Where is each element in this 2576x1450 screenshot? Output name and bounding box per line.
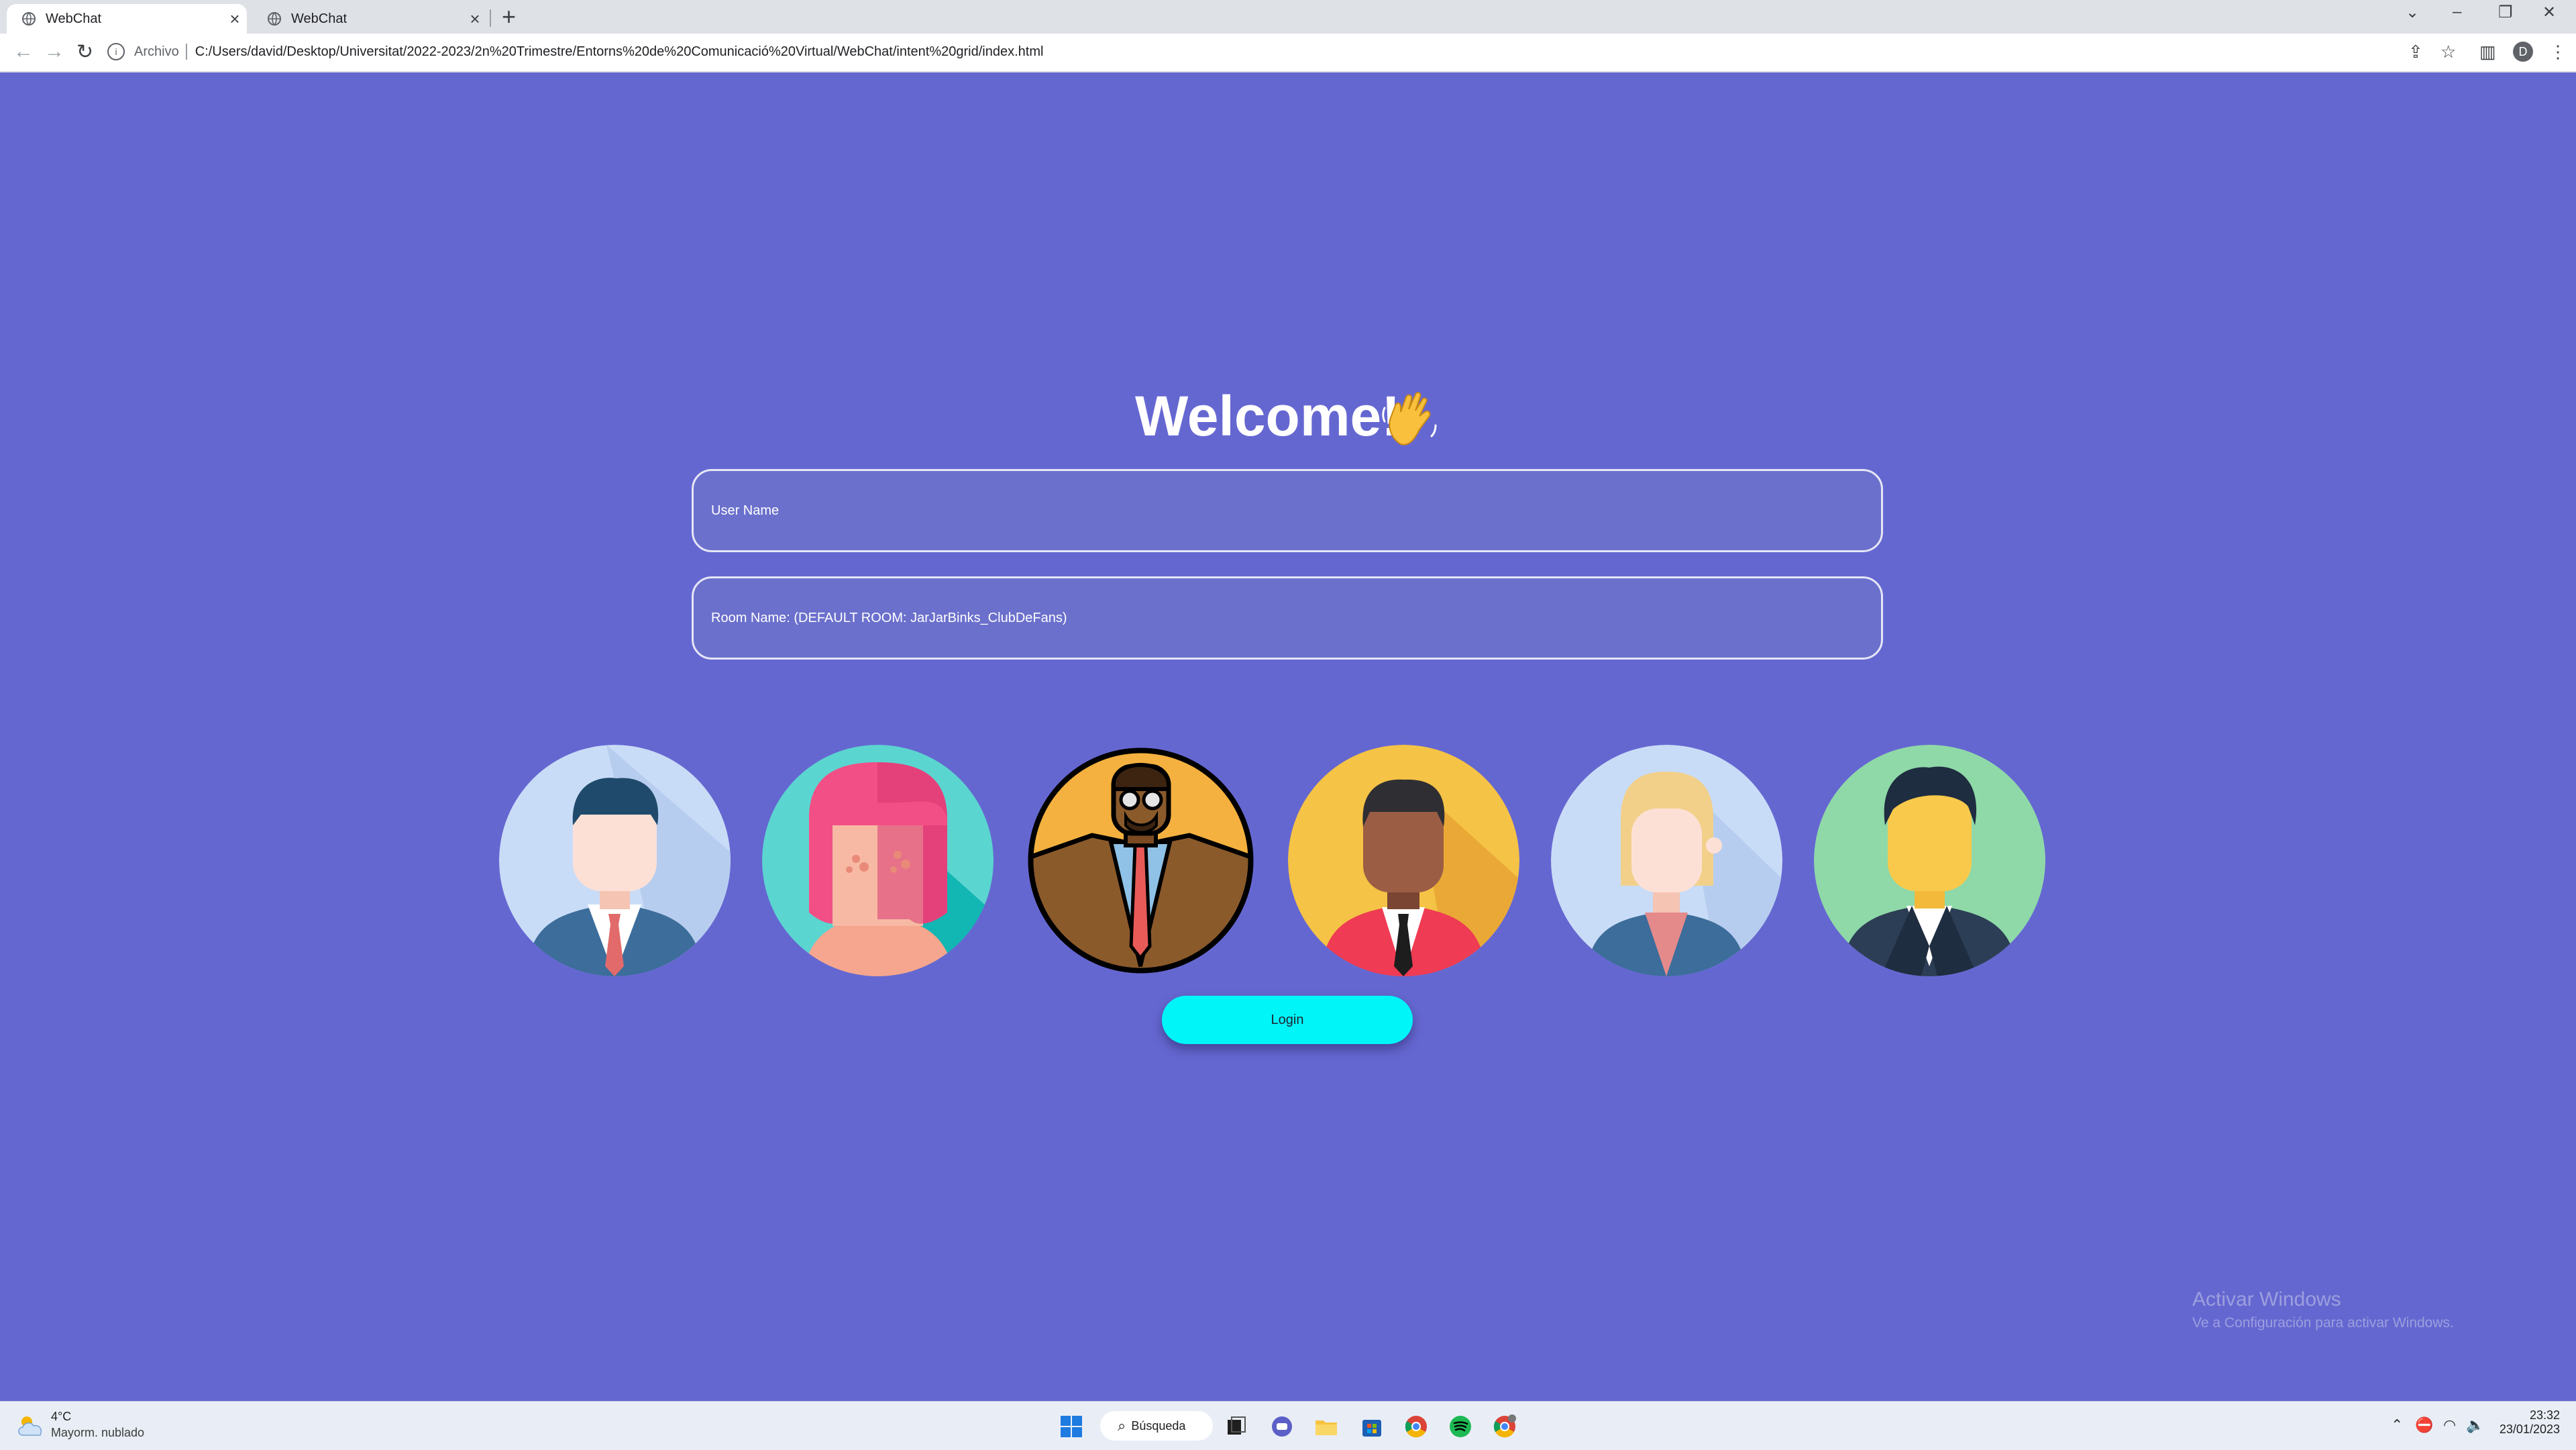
globe-icon xyxy=(22,12,36,25)
clock-date: 23/01/2023 xyxy=(2499,1422,2560,1436)
windows-start-icon[interactable] xyxy=(1059,1414,1084,1439)
address-prefix: Archivo xyxy=(134,44,179,59)
page-title: Welcome! xyxy=(1135,384,1401,448)
close-window-icon[interactable]: ✕ xyxy=(2542,3,2556,22)
tab-webchat[interactable]: WebChat × xyxy=(252,4,487,34)
restore-icon[interactable]: ❐ xyxy=(2498,3,2513,22)
clock-time: 23:32 xyxy=(2529,1408,2560,1422)
tab-title: WebChat xyxy=(291,11,347,26)
file-explorer-icon[interactable] xyxy=(1313,1414,1339,1439)
tab-divider xyxy=(490,9,491,27)
close-tab-icon[interactable]: × xyxy=(223,9,247,30)
close-tab-icon[interactable]: × xyxy=(463,9,487,30)
browser-toolbar: ← → ↻ i Archivo C:/Users/david/Desktop/U… xyxy=(0,34,2576,72)
activate-windows-title: Activar Windows xyxy=(2192,1288,2341,1310)
taskbar-search[interactable]: ⌕ Búsqueda xyxy=(1100,1411,1213,1441)
search-label: Búsqueda xyxy=(1131,1418,1186,1433)
cloud-sun-icon[interactable] xyxy=(16,1412,46,1438)
tab-title: WebChat xyxy=(46,11,102,26)
waving-hand-icon xyxy=(1382,392,1437,446)
plus-icon[interactable]: + xyxy=(502,5,516,29)
woman-pink-hair-avatar[interactable] xyxy=(762,745,994,976)
address-divider xyxy=(185,44,187,60)
chrome-profile-icon[interactable] xyxy=(1492,1414,1517,1439)
browser-tab-bar: WebChat × WebChat × + ⌄ – ❐ ✕ xyxy=(0,0,2576,34)
search-icon: ⌕ xyxy=(1118,1417,1126,1434)
weather-temperature: 4°C xyxy=(51,1410,72,1423)
share-icon[interactable]: ⇪ xyxy=(2408,42,2423,62)
profile-avatar[interactable]: D xyxy=(2513,42,2533,62)
tab-webchat-active[interactable]: WebChat × xyxy=(7,4,247,34)
login-button[interactable]: Login xyxy=(1162,996,1413,1044)
system-clock[interactable]: 23:32 23/01/2023 xyxy=(2498,1408,2560,1437)
info-icon[interactable]: i xyxy=(107,43,125,60)
star-icon[interactable]: ☆ xyxy=(2440,42,2456,62)
man-glasses-brown-suit-avatar[interactable] xyxy=(1025,745,1256,976)
room-placeholder: Room Name: (DEFAULT ROOM: JarJarBinks_Cl… xyxy=(711,610,1067,625)
back-arrow-icon[interactable]: ← xyxy=(13,40,34,63)
sidepanel-icon[interactable]: ▥ xyxy=(2479,42,2496,62)
forward-arrow-icon[interactable]: → xyxy=(44,40,64,63)
spotify-icon[interactable] xyxy=(1448,1414,1473,1439)
chevron-up-icon[interactable]: ⌃ xyxy=(2391,1416,2403,1434)
address-bar[interactable]: i Archivo C:/Users/david/Desktop/Univers… xyxy=(107,38,2415,66)
teams-chat-icon[interactable] xyxy=(1269,1414,1295,1439)
weather-condition: Mayorm. nublado xyxy=(51,1426,145,1439)
room-name-input[interactable]: Room Name: (DEFAULT ROOM: JarJarBinks_Cl… xyxy=(692,576,1883,660)
url-text[interactable]: C:/Users/david/Desktop/Universitat/2022-… xyxy=(195,44,1044,60)
man-dark-suit-avatar[interactable] xyxy=(1814,745,2045,976)
chrome-icon[interactable] xyxy=(1403,1414,1429,1439)
activate-windows-subtitle: Ve a Configuración para activar Windows. xyxy=(2192,1315,2454,1331)
volume-icon[interactable]: 🔈 xyxy=(2466,1416,2484,1434)
wifi-icon[interactable]: ◠ xyxy=(2443,1416,2456,1434)
globe-icon xyxy=(268,12,281,25)
task-view-icon[interactable] xyxy=(1224,1414,1249,1439)
security-alert-icon[interactable]: ⛔ xyxy=(2415,1416,2433,1434)
man-blue-suit-avatar[interactable] xyxy=(499,745,731,976)
woman-blonde-avatar[interactable] xyxy=(1551,745,1782,976)
chevron-down-icon[interactable]: ⌄ xyxy=(2406,3,2419,22)
microsoft-store-icon[interactable] xyxy=(1359,1414,1385,1439)
reload-icon[interactable]: ↻ xyxy=(76,40,93,64)
username-placeholder: User Name xyxy=(711,503,780,518)
menu-dots-icon[interactable]: ⋮ xyxy=(2549,42,2567,62)
minimize-icon[interactable]: – xyxy=(2453,3,2461,21)
man-red-suit-avatar[interactable] xyxy=(1288,745,1519,976)
windows-taskbar: 4°C Mayorm. nublado ⌕ Búsqueda ⌃ ⛔ ◠ 🔈 2… xyxy=(0,1401,2576,1450)
username-input[interactable]: User Name xyxy=(692,469,1883,552)
